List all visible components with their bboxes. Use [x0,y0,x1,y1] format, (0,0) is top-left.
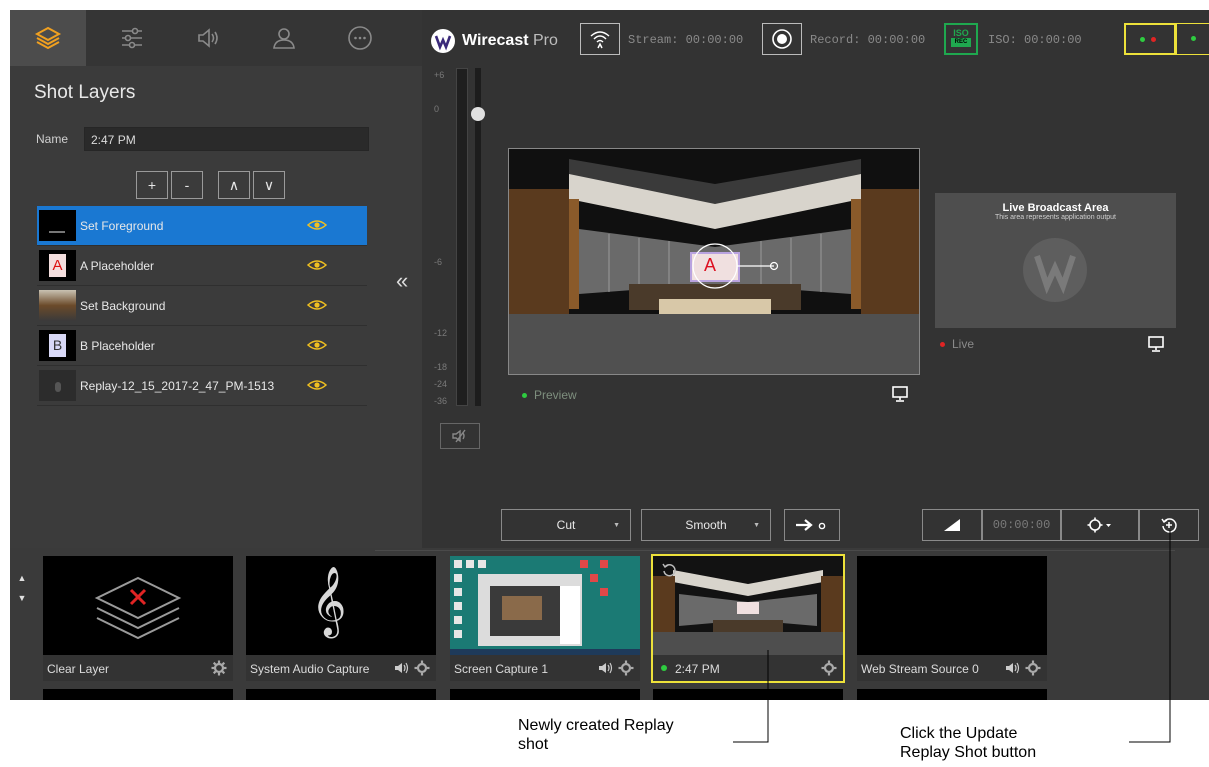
callout-replay-shot: Newly created Replay shot [518,717,674,753]
callout-update-replay: Click the Update Replay Shot button [900,725,1037,761]
callout-lines [733,530,1171,743]
wirecast-window: Shot Layers Name 2:47 PM + - ∧ ∨ Set For… [0,0,1209,767]
